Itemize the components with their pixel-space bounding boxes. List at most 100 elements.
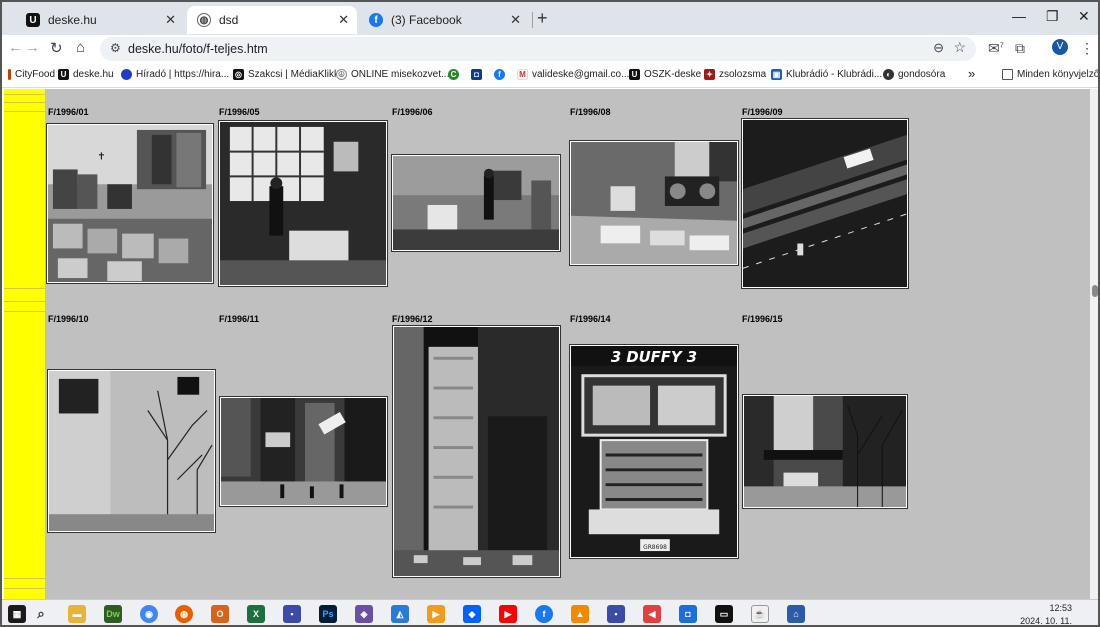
all-bookmarks-folder[interactable]: Minden könyvjelző	[1002, 69, 1100, 80]
bookmark-star-icon[interactable]: ☆	[953, 39, 966, 56]
site-info-icon[interactable]: ⚙	[110, 41, 121, 55]
bookmark-cityfood[interactable]: CityFood	[8, 69, 55, 80]
firefox-icon[interactable]: ◍	[175, 605, 193, 623]
bookmark-deske[interactable]: Udeske.hu	[58, 69, 114, 80]
bookmark-zsolozsma[interactable]: ✦ zsolozsma	[704, 69, 766, 80]
new-tab-icon[interactable]: +	[537, 8, 548, 29]
clock-date: 2024. 10. 11.	[1020, 616, 1072, 626]
cityfood-icon	[8, 69, 11, 80]
bookmark-label: ONLINE misekozvet...	[351, 69, 450, 80]
tab-title: (3) Facebook	[391, 13, 462, 27]
vlc-icon[interactable]: ▲	[571, 605, 589, 623]
bookmark-blue-square[interactable]: ◘	[471, 69, 486, 80]
photo-caption: F/1996/08	[570, 107, 611, 117]
bookmark-gmail[interactable]: Mvalideske@gmail.co...	[517, 69, 629, 80]
office-icon[interactable]: O	[211, 605, 229, 623]
dreamweaver-icon[interactable]: Dw	[104, 605, 122, 623]
minimize-icon[interactable]: —	[1012, 8, 1026, 24]
photo-thumbnail[interactable]	[741, 118, 909, 289]
photo-thumbnail[interactable]	[392, 325, 561, 578]
facebook-icon[interactable]: f	[535, 605, 553, 623]
extensions-icon[interactable]: ⧉	[1015, 40, 1025, 57]
clock-time: 12:53	[1049, 603, 1072, 613]
sidebar-line	[4, 301, 45, 302]
start-icon[interactable]: ▦	[8, 605, 26, 623]
network-icon[interactable]: ⌂	[787, 605, 805, 623]
scrollbar-thumb[interactable]	[1092, 285, 1098, 297]
bookmark-szakcsi[interactable]: ◎ Szakcsi | MédiaKlikk	[233, 69, 339, 80]
reload-icon[interactable]: ↻	[50, 39, 63, 57]
photo-thumbnail[interactable]	[391, 154, 561, 252]
bookmark-hirado[interactable]: Híradó | https://hira...	[121, 69, 229, 80]
app-icon[interactable]: ◭	[391, 605, 409, 623]
zoom-icon[interactable]: ⊖	[933, 40, 944, 56]
bookmark-oszk[interactable]: U OSZK-deske	[629, 69, 701, 80]
photo-thumbnail[interactable]: 3 DUFFY 3 GR8698	[569, 344, 739, 559]
page-scrollbar[interactable]	[1090, 89, 1098, 599]
back-icon[interactable]: ←	[8, 39, 23, 56]
bookmark-label: OSZK-deske	[644, 69, 702, 80]
security-icon[interactable]: ◘	[679, 605, 697, 623]
close-icon[interactable]: ✕	[338, 12, 349, 28]
page-content: F/1996/01 F/1996/05 F/1996/06 F/1996/08 …	[4, 89, 1090, 599]
app-icon[interactable]: ◀	[643, 605, 661, 623]
city-street-signs-photo	[221, 398, 386, 505]
save-disk-icon[interactable]: ▪	[607, 605, 625, 623]
duffy-sign-text: 3 DUFFY 3	[611, 349, 697, 366]
tab-dsd[interactable]: ◍ dsd ✕	[187, 6, 357, 34]
chrome-icon[interactable]: ◉	[140, 605, 158, 623]
excel-icon[interactable]: X	[247, 605, 265, 623]
photo-thumbnail[interactable]: ✝	[46, 123, 214, 284]
photo-caption: F/1996/10	[48, 314, 89, 324]
file-explorer-icon[interactable]: ▬	[68, 605, 86, 623]
bookmark-gondosora[interactable]: ◐ gondosóra	[883, 69, 945, 80]
browser-toolbar: ← → ↻ ⌂ ⚙ deske.hu/foto/f-teljes.htm ⊖ ☆…	[2, 35, 1098, 63]
bookmark-green[interactable]: C	[448, 69, 463, 80]
java-icon[interactable]: ☕	[751, 605, 769, 623]
photo-caption: F/1996/15	[742, 314, 783, 324]
photo-thumbnail[interactable]	[569, 140, 739, 266]
photo-caption: F/1996/06	[392, 107, 433, 117]
media-player-icon[interactable]: ▶	[427, 605, 445, 623]
bookmarks-overflow-button[interactable]: »	[968, 66, 975, 81]
save-disk-icon[interactable]: ▪	[283, 605, 301, 623]
menu-icon[interactable]: ⋮	[1080, 40, 1094, 57]
home-icon[interactable]: ⌂	[76, 39, 85, 56]
photo-thumbnail[interactable]	[218, 120, 388, 287]
close-icon[interactable]: ✕	[510, 12, 521, 28]
profile-avatar[interactable]: V	[1052, 39, 1068, 55]
close-icon[interactable]: ✕	[165, 12, 176, 28]
system-clock[interactable]: 12:53 2024. 10. 11.	[1020, 602, 1072, 626]
sidebar-line	[4, 578, 45, 579]
photo-thumbnail[interactable]	[219, 396, 388, 507]
bookmark-klubradio[interactable]: ▣ Klubrádió - Klubrádi...	[771, 69, 882, 80]
app-icon[interactable]: ◈	[355, 605, 373, 623]
deske-favicon-icon: U	[26, 13, 40, 27]
bookmark-facebook[interactable]: f	[494, 69, 509, 80]
youtube-icon[interactable]: ▶	[499, 605, 517, 623]
bookmark-label: Minden könyvjelző	[1017, 69, 1100, 80]
skyscrapers-photo	[394, 327, 559, 576]
terminal-icon[interactable]: ▭	[715, 605, 733, 623]
photoshop-icon[interactable]: Ps	[319, 605, 337, 623]
search-icon[interactable]: ⌕	[32, 605, 50, 623]
tab-facebook[interactable]: f (3) Facebook ✕	[359, 6, 529, 34]
restore-icon[interactable]: ❐	[1046, 8, 1059, 25]
dropbox-icon[interactable]: ◆	[463, 605, 481, 623]
bookmark-mise[interactable]: ☮ ONLINE misekozvet...	[336, 69, 449, 80]
url-text: deske.hu/foto/f-teljes.htm	[128, 42, 268, 56]
bookmark-label: CityFood	[15, 69, 56, 80]
tab-separator	[532, 12, 533, 28]
desk-with-radio-photo	[571, 142, 737, 264]
mail-extension-icon[interactable]: ✉7	[988, 40, 1004, 57]
address-bar[interactable]: ⚙ deske.hu/foto/f-teljes.htm ⊖ ☆	[100, 37, 976, 61]
klubradio-icon: ▣	[771, 69, 782, 80]
green-c-icon: C	[448, 69, 459, 80]
window-close-icon[interactable]: ✕	[1078, 8, 1090, 25]
artist-at-window-photo	[220, 122, 386, 285]
photo-thumbnail[interactable]	[742, 394, 908, 509]
photo-thumbnail[interactable]	[47, 369, 216, 533]
bookmark-label: zsolozsma	[719, 69, 767, 80]
forward-icon[interactable]: →	[25, 39, 40, 56]
tab-deske[interactable]: U deske.hu ✕	[16, 6, 184, 34]
